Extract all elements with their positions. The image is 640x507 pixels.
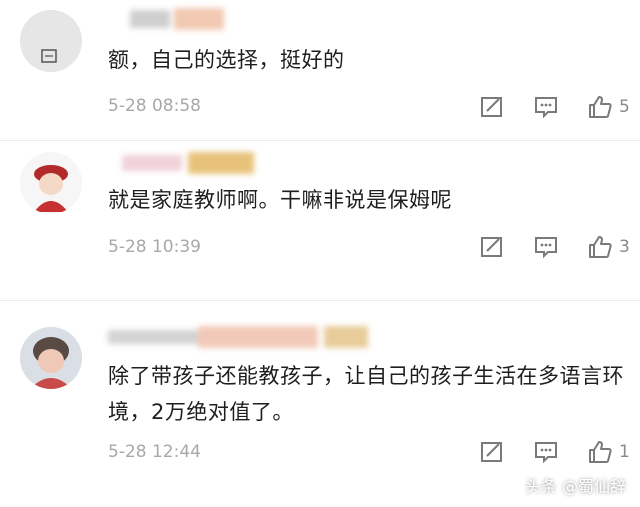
- comment-text: 除了带孩子还能教孩子，让自己的孩子生活在多语言环境，2万绝对值了。: [108, 364, 624, 424]
- share-icon[interactable]: [479, 234, 505, 260]
- like-icon[interactable]: [587, 439, 613, 465]
- share-icon[interactable]: [479, 439, 505, 465]
- comment-actions: 5: [470, 94, 640, 124]
- comment-icon[interactable]: [533, 234, 559, 260]
- comment-text: 就是家庭教师啊。干嘛非说是保姆呢: [108, 188, 452, 212]
- username-blurred[interactable]: [108, 152, 258, 174]
- avatar-photo-icon: [20, 327, 82, 389]
- avatar[interactable]: [20, 327, 82, 389]
- share-icon[interactable]: [479, 94, 505, 120]
- avatar[interactable]: [20, 152, 82, 214]
- watermark-text: 头条 @蜀仙辞: [524, 477, 626, 496]
- avatar-default-icon: [20, 10, 82, 72]
- like-count: 1: [619, 442, 630, 462]
- watermark: 头条 @蜀仙辞: [525, 473, 626, 497]
- like-count: 3: [619, 237, 630, 257]
- comment-actions: 1: [470, 439, 640, 469]
- comment-item: 额，自己的选择，挺好的 5-28 08:58 5: [0, 0, 640, 135]
- comment-icon[interactable]: [533, 439, 559, 465]
- like-icon[interactable]: [587, 94, 613, 120]
- comment-icon[interactable]: [533, 94, 559, 120]
- avatar[interactable]: [20, 10, 82, 72]
- comment-time: 5-28 10:39: [108, 237, 201, 257]
- comment-text: 额，自己的选择，挺好的: [108, 48, 345, 72]
- comment-time: 5-28 08:58: [108, 96, 201, 116]
- comment-time: 5-28 12:44: [108, 442, 201, 462]
- username-blurred[interactable]: [108, 8, 228, 30]
- username-blurred[interactable]: [108, 326, 378, 348]
- avatar-cartoon-icon: [20, 152, 82, 214]
- like-icon[interactable]: [587, 234, 613, 260]
- comment-actions: 3: [470, 234, 640, 264]
- like-count: 5: [619, 97, 630, 117]
- comment-item: 就是家庭教师啊。干嘛非说是保姆呢 5-28 10:39 3: [0, 140, 640, 290]
